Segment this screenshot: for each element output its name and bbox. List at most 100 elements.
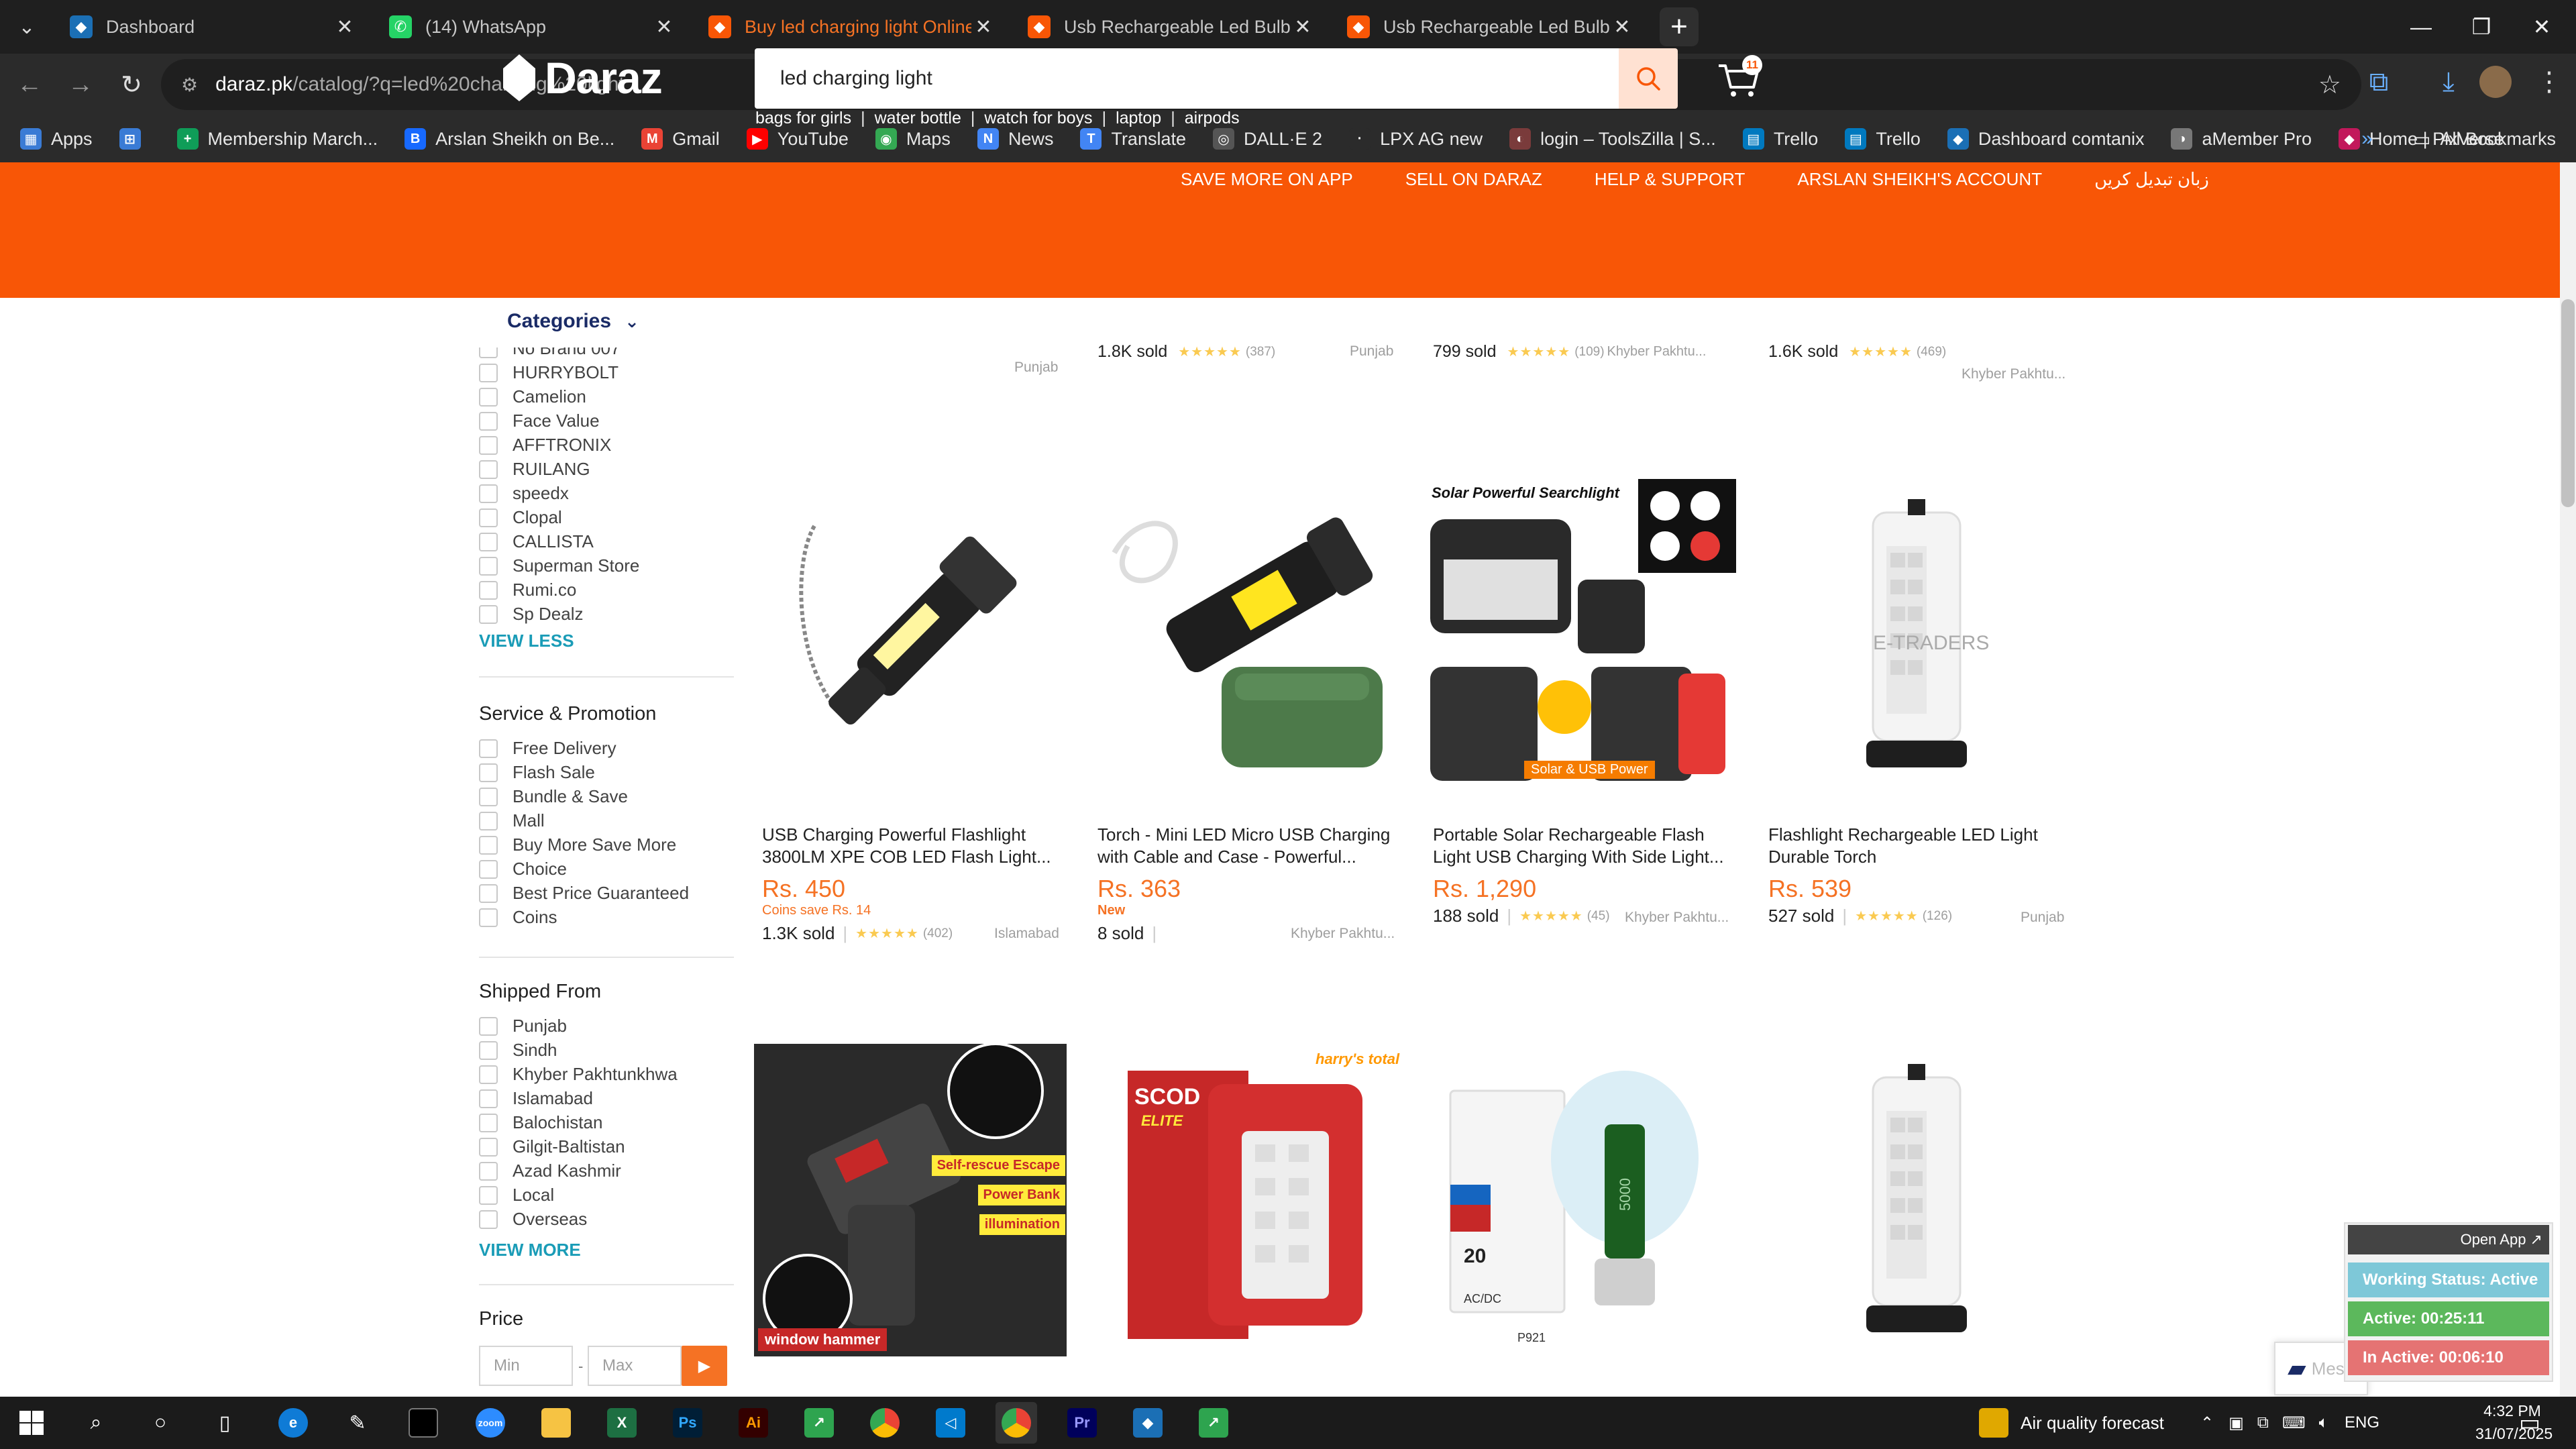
tab-close-icon[interactable]: ✕: [971, 15, 996, 39]
filter-checkbox-item[interactable]: HURRYBOLT: [479, 362, 619, 383]
tab-close-icon[interactable]: ✕: [333, 15, 357, 39]
green-app-2-icon[interactable]: ↗: [1193, 1402, 1234, 1444]
filter-checkbox-item[interactable]: Clopal: [479, 507, 562, 528]
volume-icon[interactable]: 🔈︎: [2319, 1413, 2328, 1432]
bookmark-item[interactable]: N News: [977, 128, 1053, 150]
view-more-link[interactable]: VIEW MORE: [479, 1240, 581, 1260]
filter-checkbox-item[interactable]: Islamabad: [479, 1088, 593, 1109]
open-app-button[interactable]: Open App ↗: [2348, 1225, 2549, 1254]
bookmark-item[interactable]: M Gmail: [641, 128, 720, 150]
checkbox[interactable]: [479, 1185, 498, 1205]
search-input[interactable]: led charging light: [755, 48, 1619, 109]
checkbox[interactable]: [479, 387, 498, 407]
checkbox[interactable]: [479, 1161, 498, 1181]
filter-checkbox-item[interactable]: Khyber Pakhtunkhwa: [479, 1064, 678, 1085]
filter-checkbox-item[interactable]: Balochistan: [479, 1112, 602, 1133]
checkbox[interactable]: [479, 1065, 498, 1084]
notifications-icon[interactable]: ▭: [2509, 1402, 2551, 1444]
vscode-icon[interactable]: ◁: [930, 1402, 971, 1444]
filter-checkbox-item[interactable]: Face Value: [479, 411, 600, 431]
all-bookmarks-folder[interactable]: ▭ All Bookmarks: [2413, 128, 2556, 150]
checkbox[interactable]: [479, 508, 498, 527]
checkbox[interactable]: [479, 739, 498, 758]
price-min-input[interactable]: Min: [479, 1346, 573, 1386]
search-suggestion[interactable]: watch for boys: [984, 109, 1092, 128]
windows-start-icon[interactable]: [11, 1402, 52, 1444]
task-view-icon[interactable]: ▯: [204, 1402, 246, 1444]
bookmark-item[interactable]: ▶ YouTube: [746, 128, 849, 150]
checkbox[interactable]: [479, 1016, 498, 1036]
checkbox[interactable]: [479, 811, 498, 830]
file-explorer-icon[interactable]: [535, 1402, 577, 1444]
bookmark-item[interactable]: + Membership March...: [176, 128, 378, 150]
bookmark-item[interactable]: ⊞: [119, 128, 150, 150]
cortana-icon[interactable]: ○: [140, 1402, 181, 1444]
daraz-logo[interactable]: Daraz: [503, 52, 663, 103]
bookmark-item[interactable]: · LPX AG new: [1349, 128, 1483, 150]
browser-tab[interactable]: ◆ Usb Rechargeable Led Bulb Por✕: [1331, 0, 1650, 54]
product-image-led-torch[interactable]: E-TRADERS: [1759, 479, 2072, 792]
header-link[interactable]: HELP & SUPPORT: [1595, 169, 1745, 190]
new-tab-button[interactable]: +: [1660, 7, 1699, 46]
bookmark-item[interactable]: ▤ Trello: [1742, 128, 1818, 150]
checkbox[interactable]: [479, 435, 498, 455]
chrome-active-icon[interactable]: [996, 1402, 1037, 1444]
site-info-icon[interactable]: ⚙: [181, 74, 198, 96]
terminal-icon[interactable]: [402, 1402, 444, 1444]
product-title-link[interactable]: USB Charging Powerful Flashlight 3800LM …: [762, 824, 1071, 868]
bookmark-item[interactable]: ▤ Trello: [1845, 128, 1921, 150]
zoom-icon[interactable]: zoom: [470, 1402, 511, 1444]
filter-checkbox-item[interactable]: speedx: [479, 483, 569, 504]
menu-kebab-icon[interactable]: ⋮: [2529, 62, 2569, 102]
view-less-link[interactable]: VIEW LESS: [479, 631, 574, 651]
checkbox[interactable]: [479, 347, 498, 358]
search-icon[interactable]: ⌕: [75, 1402, 117, 1444]
premiere-icon[interactable]: Pr: [1061, 1402, 1103, 1444]
bookmark-item[interactable]: ◆ Dashboard comtanix: [1947, 128, 2144, 150]
scrollbar-thumb[interactable]: [2561, 299, 2575, 507]
browser-tab[interactable]: ◆ Dashboard ✕: [54, 0, 373, 54]
product-title-link[interactable]: Flashlight Rechargeable LED Light Durabl…: [1768, 824, 2077, 868]
browser-tab[interactable]: ✆ (14) WhatsApp ✕: [373, 0, 692, 54]
checkbox[interactable]: [479, 1113, 498, 1132]
filter-checkbox-item[interactable]: Sp Dealz: [479, 604, 584, 625]
language-indicator[interactable]: ENG: [2345, 1413, 2379, 1432]
header-link[interactable]: SAVE MORE ON APP: [1181, 169, 1353, 190]
checkbox[interactable]: [479, 532, 498, 551]
filter-checkbox-item[interactable]: AFFTRONIX: [479, 435, 611, 455]
back-icon[interactable]: ←: [4, 59, 55, 110]
filter-checkbox-item[interactable]: Flash Sale: [479, 762, 595, 783]
checkbox[interactable]: [479, 1137, 498, 1157]
browser-tab[interactable]: ◆ Buy led charging light Online at ✕: [692, 0, 1012, 54]
edge-icon[interactable]: e: [272, 1402, 314, 1444]
search-suggestion[interactable]: bags for girls: [755, 109, 851, 128]
search-suggestion[interactable]: laptop: [1116, 109, 1161, 128]
checkbox[interactable]: [479, 604, 498, 624]
filter-checkbox-item[interactable]: Free Delivery: [479, 738, 616, 759]
bookmark-item[interactable]: ◎ DALL·E 2: [1213, 128, 1322, 150]
filter-checkbox-item[interactable]: Buy More Save More: [479, 835, 676, 855]
green-app-icon[interactable]: ↗: [798, 1402, 840, 1444]
tray-chevron-icon[interactable]: ⌃: [2200, 1413, 2214, 1433]
filter-checkbox-item[interactable]: Coins: [479, 907, 557, 928]
filter-checkbox-item[interactable]: CALLISTA: [479, 531, 594, 552]
checkbox[interactable]: [479, 1210, 498, 1229]
photoshop-icon[interactable]: Ps: [667, 1402, 708, 1444]
checkbox[interactable]: [479, 1040, 498, 1060]
bookmark-item[interactable]: ◐ login – ToolsZilla | S...: [1509, 128, 1716, 150]
minimize-icon[interactable]: —: [2391, 0, 2451, 54]
filter-checkbox-item[interactable]: Best Price Guaranteed: [479, 883, 689, 904]
product-image-mini-torch[interactable]: [1087, 479, 1400, 792]
bookmark-item[interactable]: B Arslan Sheikh on Be...: [405, 128, 614, 150]
filter-checkbox-item[interactable]: Overseas: [479, 1209, 587, 1230]
product-image-flashlight[interactable]: [754, 479, 1067, 792]
meet-now-icon[interactable]: ▣: [2229, 1413, 2244, 1433]
tab-close-icon[interactable]: ✕: [1610, 15, 1634, 39]
bookmark-star-icon[interactable]: ☆: [2318, 70, 2341, 100]
checkbox[interactable]: [479, 908, 498, 927]
extensions-icon[interactable]: ⧉: [2359, 62, 2399, 102]
checkbox[interactable]: [479, 411, 498, 431]
search-suggestion[interactable]: airpods: [1185, 109, 1240, 128]
filter-checkbox-item[interactable]: Azad Kashmir: [479, 1161, 621, 1181]
filter-checkbox-item[interactable]: Sindh: [479, 1040, 557, 1061]
